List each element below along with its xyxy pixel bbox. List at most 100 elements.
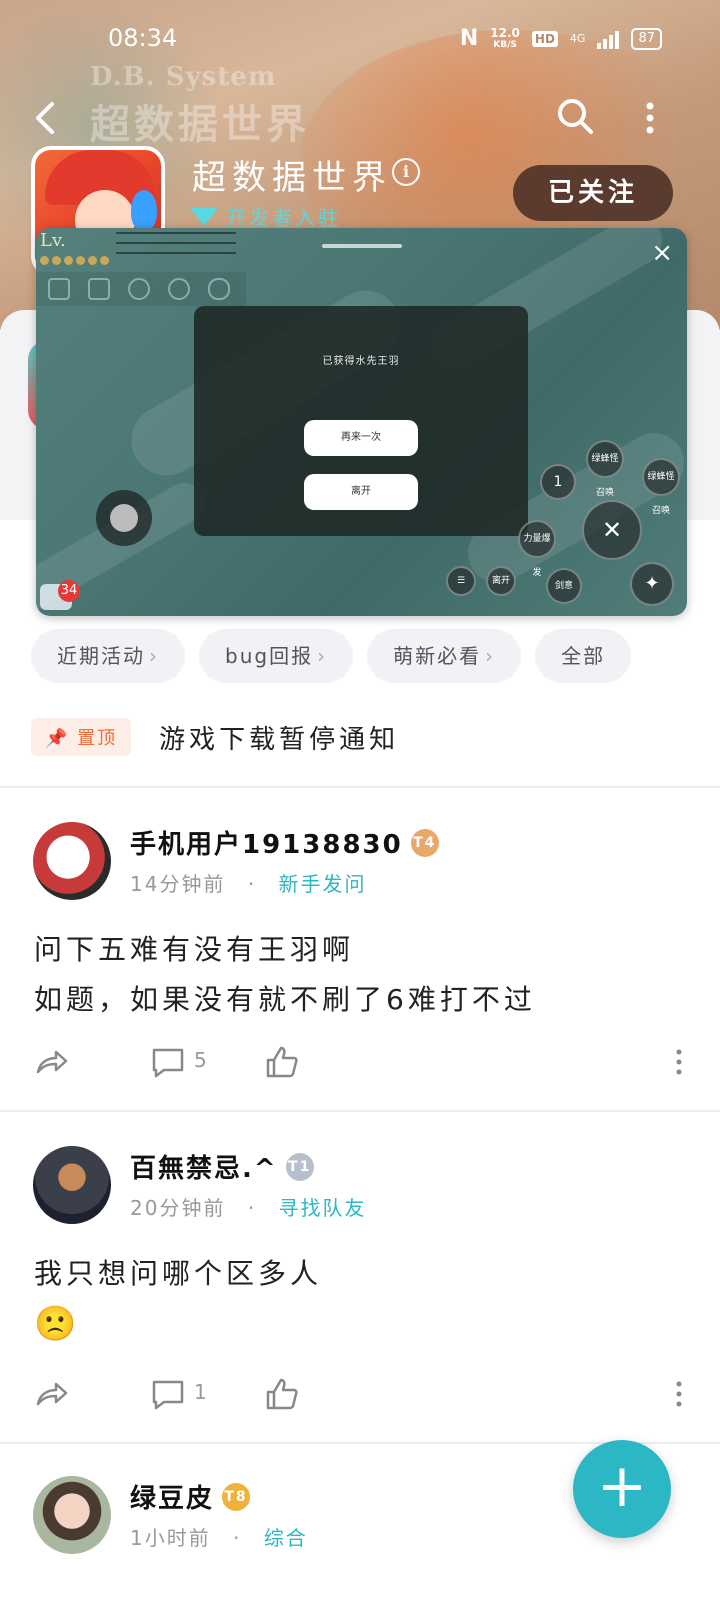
pinned-title: 游戏下载暂停通知 [159, 724, 400, 755]
post-card[interactable]: 手机用户19138830 T4 14分钟前 · 新手发问 问下五难有没有王羽啊 … [0, 788, 720, 1110]
virtual-joystick[interactable] [96, 490, 152, 546]
post-actions: 5 [34, 1044, 684, 1084]
new-post-button[interactable]: + [573, 1440, 671, 1538]
scroll-icon[interactable] [88, 278, 110, 300]
pin-tag-label: 置顶 [77, 728, 118, 749]
chip-recent-events[interactable]: 近期活动 › [31, 629, 185, 683]
level-badge: T1 [285, 1152, 314, 1181]
cloud-icon[interactable] [208, 278, 230, 300]
chip-label: bug回报 [225, 644, 314, 668]
retry-button[interactable]: 再来一次 [304, 420, 418, 456]
level-label: Lv. [40, 230, 66, 251]
back-arrow-icon[interactable] [28, 98, 68, 138]
signal-icon [597, 29, 620, 49]
post-category[interactable]: 综合 [264, 1526, 308, 1550]
comment-count: 1 [194, 1380, 207, 1404]
character-icon[interactable] [168, 278, 190, 300]
comment-count: 5 [194, 1048, 207, 1072]
skill-leave[interactable]: 离开 [486, 566, 516, 596]
chevron-right-icon: › [149, 644, 159, 668]
pin-icon: 📌 [45, 728, 70, 749]
phone-icon[interactable] [48, 278, 70, 300]
avatar[interactable] [33, 822, 111, 900]
nfc-icon: N [459, 26, 479, 51]
post-card[interactable]: 百無禁忌.^ T1 20分钟前 · 寻找队友 我只想问哪个区多人 🙁 1 [0, 1112, 720, 1442]
drag-handle[interactable] [322, 244, 402, 248]
chevron-right-icon: › [485, 644, 496, 668]
like-icon[interactable] [264, 1376, 300, 1412]
skill-slot-1[interactable]: 1 [540, 464, 576, 500]
status-bar: 08:34 N 12.0 KB/S HD 4G 87 [0, 0, 720, 80]
more-vertical-icon[interactable] [640, 98, 660, 138]
post-time: 14分钟前 [130, 872, 226, 896]
avatar[interactable] [33, 1146, 111, 1224]
status-time: 08:34 [108, 24, 178, 52]
skill-sword[interactable]: 剑意 [546, 568, 582, 604]
post-body: 🙁 [34, 1304, 81, 1344]
post-meta: 14分钟前 · 新手发问 [130, 868, 367, 897]
author-name[interactable]: 绿豆皮 [130, 1478, 214, 1515]
chip-newbie-guide[interactable]: 萌新必看 › [367, 629, 522, 683]
game-toolbar [36, 272, 246, 306]
chevron-right-icon: › [317, 644, 328, 668]
network-speed: 12.0 KB/S [490, 27, 520, 51]
floating-game-window[interactable]: Lv. × 已获得水先王羽 再来一次 离开 1 绿蜂怪召唤 绿蜂怪召唤 力量爆发… [36, 228, 687, 616]
chip-all[interactable]: 全部 [535, 629, 632, 683]
share-icon[interactable] [34, 1044, 70, 1080]
post-meta: 20分钟前 · 寻找队友 [130, 1192, 367, 1221]
meta-dot: · [233, 1526, 242, 1550]
hp-bars [116, 232, 236, 262]
post-time: 1小时前 [130, 1526, 211, 1550]
chip-label: 全部 [561, 644, 606, 668]
post-category[interactable]: 新手发问 [279, 872, 367, 896]
leave-button[interactable]: 离开 [304, 474, 418, 510]
avatar[interactable] [33, 1476, 111, 1554]
author-row: 百無禁忌.^ T1 [130, 1148, 314, 1185]
developer-badge[interactable]: 开发者入驻 [190, 202, 341, 231]
pinned-post[interactable]: 📌 置顶 游戏下载暂停通知 [31, 718, 399, 756]
post-meta: 1小时前 · 综合 [130, 1522, 308, 1551]
chip-label: 萌新必看 [393, 644, 482, 668]
info-icon[interactable]: i [392, 158, 420, 186]
meta-dot: · [247, 872, 257, 896]
notification-badge: 34 [58, 580, 80, 602]
more-vertical-icon[interactable] [674, 1044, 684, 1080]
search-icon[interactable] [555, 96, 595, 136]
network-speed-value: 12.0 [490, 25, 520, 40]
pin-tag: 📌 置顶 [31, 718, 132, 756]
like-icon[interactable] [264, 1044, 300, 1080]
network-type: 4G [569, 32, 586, 45]
author-name[interactable]: 百無禁忌.^ [130, 1148, 278, 1185]
chip-label: 近期活动 [57, 644, 145, 668]
post-body: 如题，如果没有就不刷了6难打不过 [34, 983, 536, 1016]
special-skill-button[interactable]: ✦ [630, 562, 674, 606]
comment-icon[interactable] [150, 1376, 186, 1412]
chat-bubble-icon[interactable]: ☰ [446, 566, 476, 596]
attack-button[interactable]: ✕ [582, 500, 642, 560]
battery-icon: 87 [631, 27, 662, 50]
more-vertical-icon[interactable] [674, 1376, 684, 1412]
target-icon[interactable] [128, 278, 150, 300]
meta-dot: · [247, 1196, 257, 1220]
follow-button[interactable]: 已关注 [513, 165, 673, 221]
skill-summon-2[interactable]: 绿蜂怪召唤 [642, 458, 680, 516]
app-title: 超数据世界 [192, 158, 392, 198]
diamond-icon [190, 207, 218, 226]
post-actions: 1 [34, 1376, 684, 1416]
category-chips: 近期活动 › bug回报 › 萌新必看 › 全部 [31, 629, 632, 683]
skill-power[interactable]: 力量爆发 [518, 520, 556, 578]
author-name[interactable]: 手机用户19138830 [130, 824, 403, 861]
share-icon[interactable] [34, 1376, 70, 1412]
comment-icon[interactable] [150, 1044, 186, 1080]
author-row: 手机用户19138830 T4 [130, 824, 439, 861]
level-dots [40, 256, 109, 265]
author-row: 绿豆皮 T8 [130, 1478, 251, 1515]
reward-dialog: 已获得水先王羽 再来一次 离开 [194, 306, 528, 536]
close-icon[interactable]: × [651, 238, 673, 268]
post-title: 问下五难有没有王羽啊 [34, 933, 355, 966]
banner-logo-cn: 超数据世界 [90, 102, 310, 148]
post-category[interactable]: 寻找队友 [279, 1196, 367, 1220]
post-time: 20分钟前 [130, 1196, 226, 1220]
chip-bug-report[interactable]: bug回报 › [199, 629, 354, 683]
skill-summon-1[interactable]: 绿蜂怪召唤 [586, 440, 624, 498]
